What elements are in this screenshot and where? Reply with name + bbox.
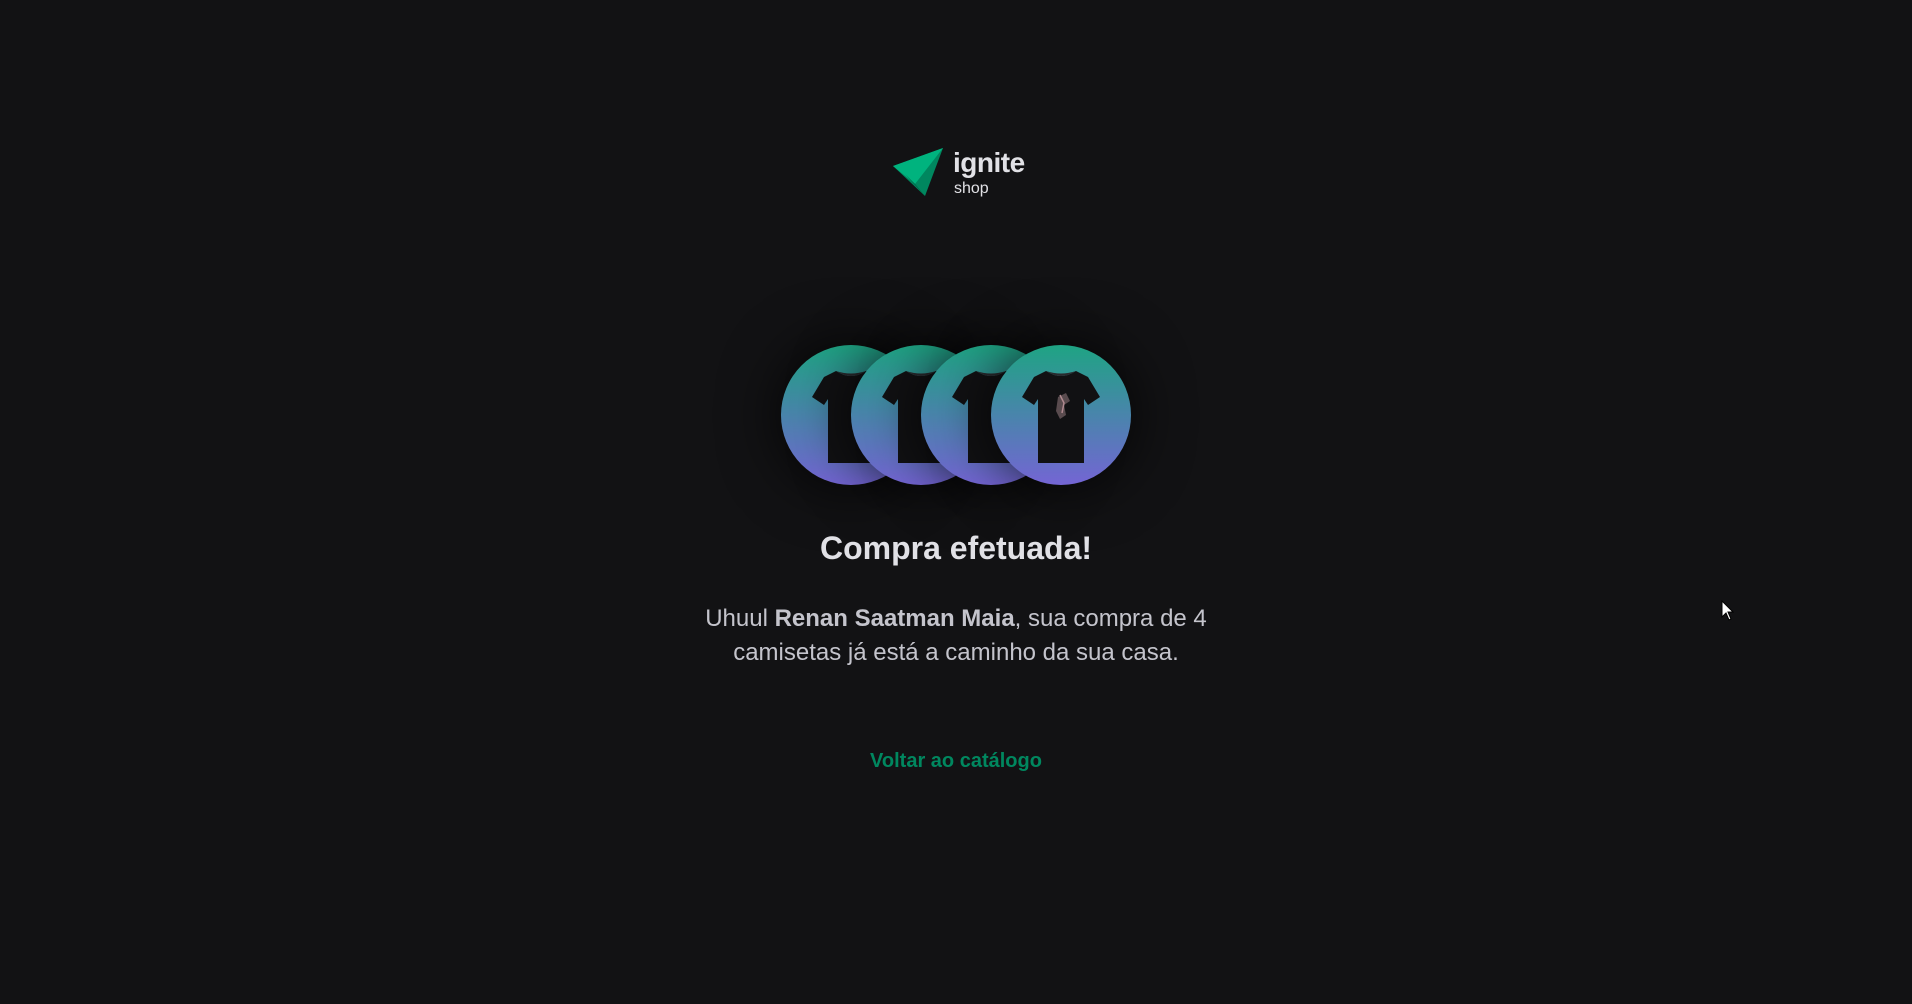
ignite-logo-icon bbox=[893, 148, 943, 196]
tshirt-icon bbox=[1022, 371, 1100, 463]
back-to-catalog-link[interactable]: Voltar ao catálogo bbox=[0, 750, 1912, 773]
brand-text: ignite shop bbox=[953, 149, 1025, 197]
mouse-cursor-icon bbox=[1721, 600, 1735, 621]
brand-sub: shop bbox=[954, 180, 989, 197]
product-image-circle bbox=[991, 345, 1131, 485]
success-message: Uhuul Renan Saatman Maia, sua compra de … bbox=[696, 602, 1216, 669]
success-page: ignite shop Compra efetuada! Uhuul Renan… bbox=[0, 0, 1912, 1004]
purchased-products bbox=[781, 345, 1141, 485]
brand-logo[interactable]: ignite shop bbox=[891, 146, 1025, 200]
message-prefix: Uhuul bbox=[705, 605, 775, 632]
brand-name: ignite bbox=[953, 147, 1025, 178]
back-link-label: Voltar ao catálogo bbox=[870, 750, 1042, 772]
success-title: Compra efetuada! bbox=[819, 530, 1093, 566]
customer-name: Renan Saatman Maia bbox=[774, 605, 1015, 632]
